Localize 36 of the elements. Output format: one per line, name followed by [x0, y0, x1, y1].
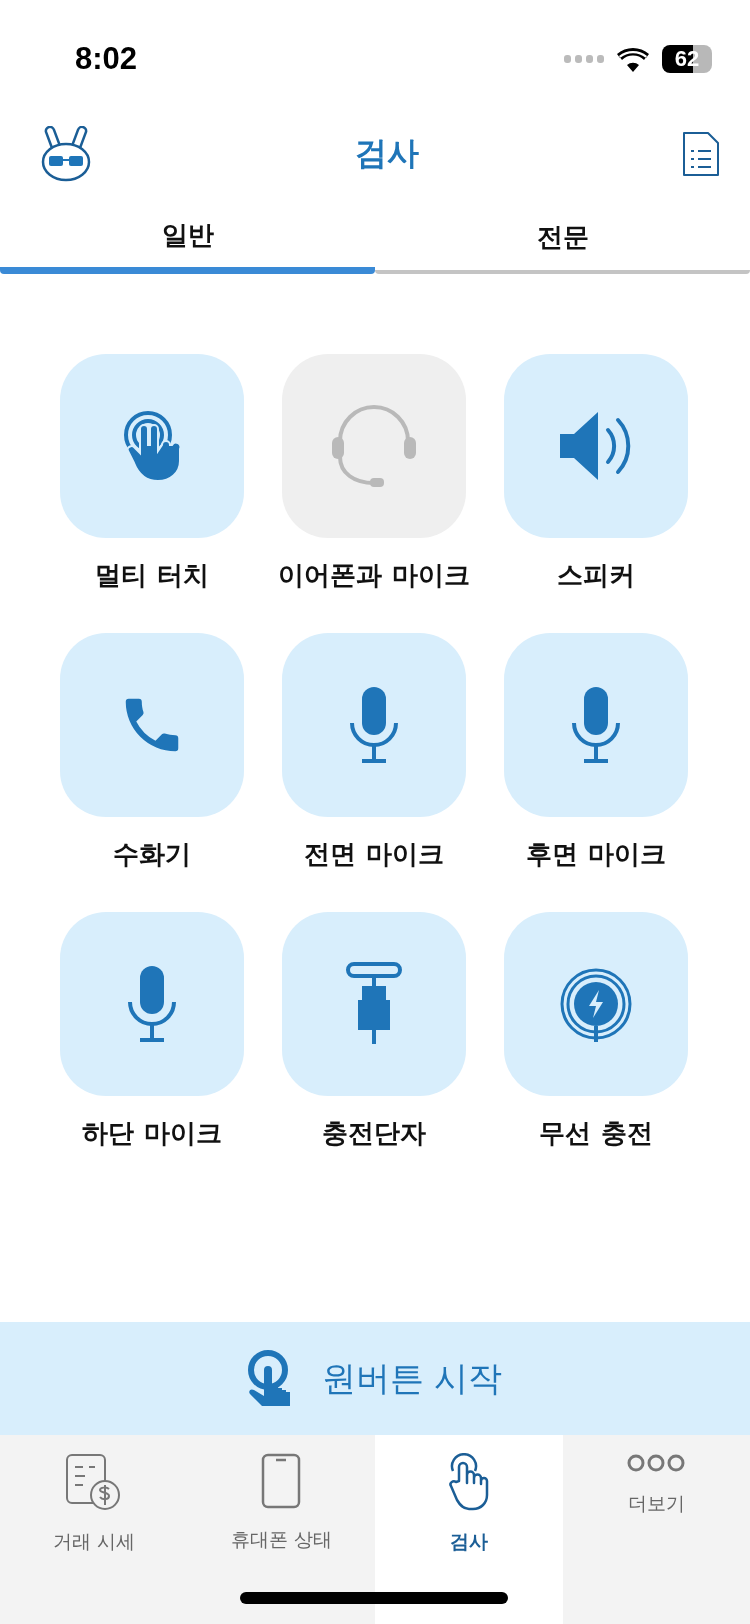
test-label: 전면 마이크 [304, 838, 444, 871]
test-tile[interactable] [504, 912, 688, 1096]
test-label: 후면 마이크 [526, 838, 666, 871]
tab[interactable]: 일반 [0, 204, 375, 274]
test-tile[interactable] [504, 354, 688, 538]
test-label: 하단 마이크 [82, 1117, 222, 1150]
rabbit-logo-icon[interactable] [40, 126, 92, 182]
test-tile[interactable] [60, 912, 244, 1096]
test-label: 멀티 터치 [95, 559, 209, 592]
nav-tab[interactable]: 거래 시세 [0, 1435, 188, 1624]
nav-tab[interactable]: 더보기 [562, 1435, 750, 1624]
nav-tab[interactable]: 휴대폰 상태 [187, 1435, 375, 1624]
page-title: 검사 [355, 133, 419, 174]
more-icon [627, 1453, 686, 1473]
test-tile[interactable] [60, 354, 244, 538]
receipt-dollar-icon [64, 1453, 123, 1511]
start-button[interactable]: 원버튼 시작 [0, 1322, 750, 1435]
smartphone-icon [261, 1453, 302, 1509]
test-label: 수화기 [113, 838, 191, 871]
test-tile[interactable] [60, 633, 244, 817]
cellular-signal-icon [564, 55, 604, 63]
tab[interactable]: 전문 [375, 204, 750, 274]
test-label: 이어폰과 마이크 [278, 559, 470, 592]
wifi-icon [616, 46, 650, 72]
test-label: 충전단자 [322, 1117, 426, 1150]
charging-port-icon [344, 962, 404, 1046]
status-time: 8:02 [75, 41, 138, 77]
wireless-charging-icon [558, 966, 634, 1042]
test-tile[interactable] [282, 912, 466, 1096]
document-icon[interactable] [682, 131, 720, 177]
test-tile[interactable] [282, 633, 466, 817]
test-label: 무선 충전 [539, 1117, 653, 1150]
touch-icon [122, 409, 182, 483]
tap-hand-icon [446, 1453, 491, 1511]
test-label: 스피커 [557, 559, 635, 592]
test-tile[interactable] [504, 633, 688, 817]
